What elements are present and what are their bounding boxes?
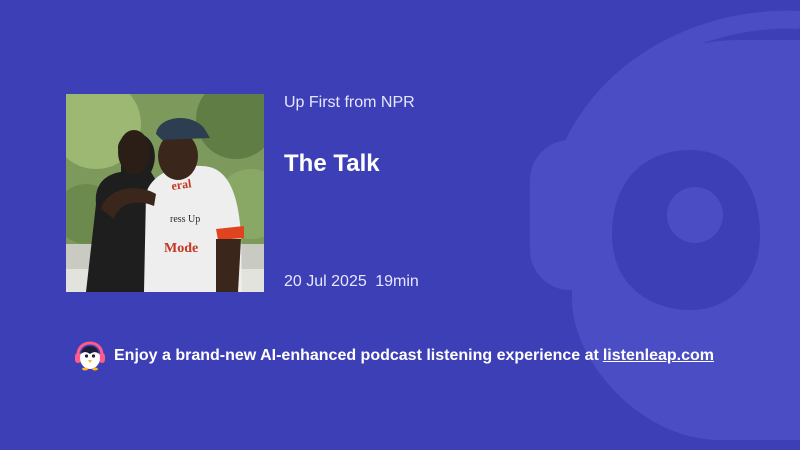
episode-cover-image-icon: eral ress Up Mode: [66, 94, 264, 292]
promo-banner: Enjoy a brand-new AI-enhanced podcast li…: [74, 341, 714, 371]
promo-text: Enjoy a brand-new AI-enhanced podcast li…: [114, 347, 599, 364]
show-name[interactable]: Up First from NPR: [284, 94, 415, 112]
episode-title[interactable]: The Talk: [284, 150, 380, 178]
episode-cover-art[interactable]: eral ress Up Mode: [66, 94, 264, 292]
episode-duration: 19min: [375, 273, 419, 290]
episode-date: 20 Jul 2025: [284, 273, 367, 290]
episode-meta: 20 Jul 2025 19min: [284, 273, 419, 291]
listenleap-link[interactable]: listenleap.com: [603, 347, 714, 365]
svg-text:eral: eral: [170, 176, 192, 193]
svg-text:ress Up: ress Up: [170, 214, 200, 225]
svg-text:Mode: Mode: [164, 241, 198, 256]
penguin-logo-icon: [75, 341, 105, 371]
